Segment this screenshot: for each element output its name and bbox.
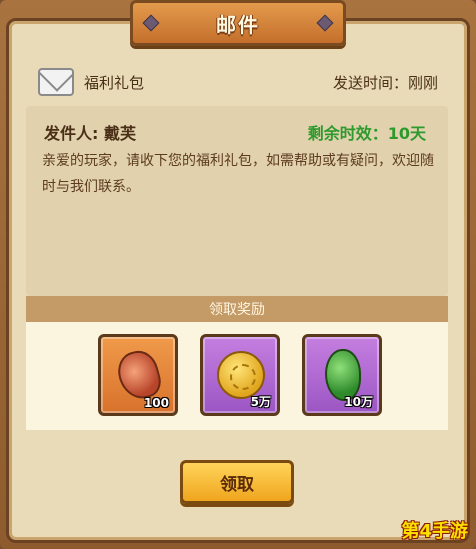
watermark-logo: 第4手游 [401, 521, 468, 542]
mail-header: 福利礼包 发送时间：刚刚 [38, 66, 438, 98]
sender-label: 发件人: 戴芙 [44, 124, 136, 143]
reward-count: 5万 [250, 395, 271, 409]
reward-count: 10万 [344, 395, 373, 409]
gold-coin-icon [217, 351, 265, 399]
reward-item-leaf[interactable]: 100 [98, 334, 178, 416]
reward-header: 领取奖励 [26, 296, 448, 322]
claim-button[interactable]: 领取 [180, 460, 294, 504]
remaining-time: 剩余时效：10天 [307, 124, 426, 143]
bolt-icon [142, 14, 160, 32]
mail-subject: 福利礼包 [84, 73, 145, 92]
reward-item-bean[interactable]: 10万 [302, 334, 382, 416]
envelope-icon [38, 68, 74, 96]
reward-item-coin[interactable]: 5万 [200, 334, 280, 416]
reward-list: 100 5万 10万 [26, 322, 448, 430]
red-leaf-icon [113, 346, 165, 404]
message-box: 发件人: 戴芙 剩余时效：10天 亲爱的玩家，请收下您的福利礼包，如需帮助或有疑… [26, 106, 448, 296]
bolt-icon [316, 14, 334, 32]
window-title: 邮件 [216, 12, 260, 37]
message-body: 亲爱的玩家，请收下您的福利礼包，如需帮助或有疑问，欢迎随时与我们联系。 [42, 153, 434, 195]
send-time: 发送时间：刚刚 [332, 73, 438, 92]
reward-count: 100 [143, 396, 169, 410]
title-plate: 邮件 [130, 0, 346, 46]
